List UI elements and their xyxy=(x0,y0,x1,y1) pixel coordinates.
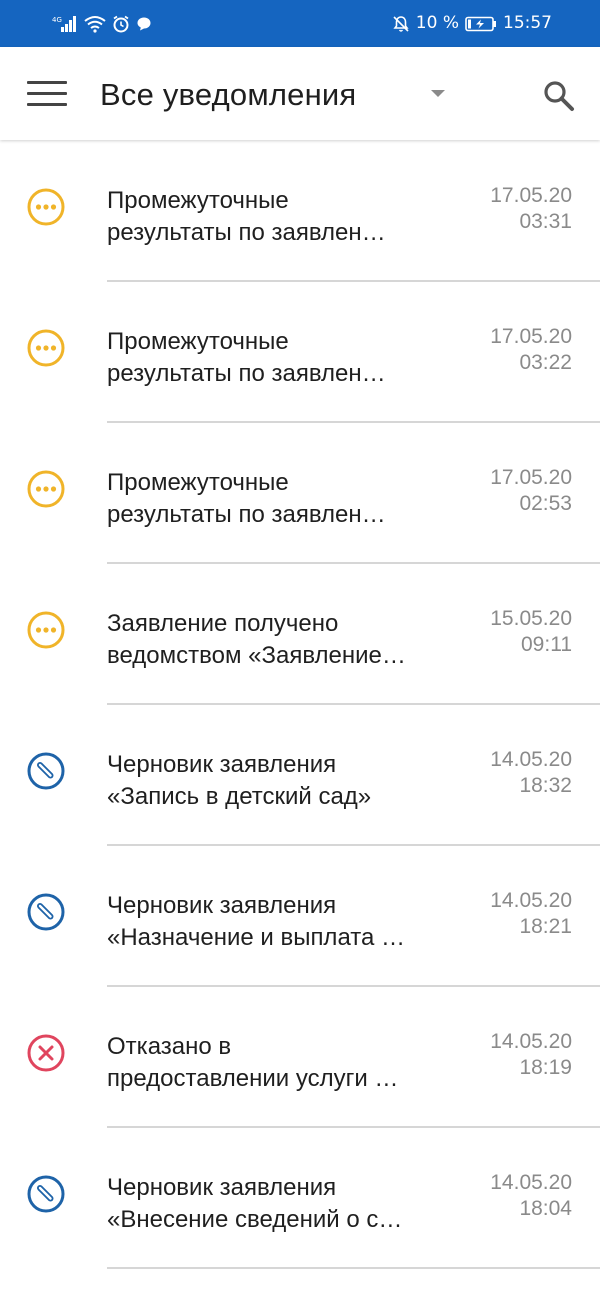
notification-title-line-1: Черновик заявления xyxy=(107,1174,337,1201)
notification-time: 18:21 xyxy=(519,915,572,938)
notification-item[interactable]: Черновик заявления «Запись в детский сад… xyxy=(0,705,600,846)
notification-item[interactable]: Черновик заявления «Назначение и выплата… xyxy=(0,846,600,987)
page-title[interactable]: Все уведомления xyxy=(100,76,356,114)
notification-time: 03:31 xyxy=(519,210,572,233)
pencil-circle-icon xyxy=(26,892,66,932)
ellipsis-circle-icon xyxy=(26,328,66,368)
notification-time: 03:22 xyxy=(519,351,572,374)
notification-date: 14.05.20 xyxy=(490,748,572,771)
notification-timestamp: 17.05.20 03:31 xyxy=(490,183,572,235)
notification-timestamp: 14.05.20 18:19 xyxy=(490,1029,572,1081)
ellipsis-circle-icon xyxy=(26,469,66,509)
notification-title-line-1: Промежуточные xyxy=(107,328,289,355)
ellipsis-circle-icon xyxy=(26,187,66,227)
notification-date: 14.05.20 xyxy=(490,1171,572,1194)
notification-title-line-1: Черновик заявления xyxy=(107,892,337,919)
search-icon[interactable] xyxy=(541,78,577,114)
message-bubble-icon xyxy=(136,16,152,32)
notification-timestamp: 15.05.20 09:11 xyxy=(490,606,572,658)
notification-title-line-2: «Внесение сведений о с… xyxy=(107,1206,403,1233)
notification-date: 17.05.20 xyxy=(490,466,572,489)
notification-date: 17.05.20 xyxy=(490,184,572,207)
cross-circle-icon xyxy=(26,1033,66,1073)
notification-date: 15.05.20 xyxy=(490,607,572,630)
status-bar-left: 4G xyxy=(52,15,158,33)
notification-title: Отказано в предоставлении услуги … xyxy=(107,1031,437,1095)
notification-title: Промежуточные результаты по заявлен… xyxy=(107,467,437,531)
cellular-signal-icon: 4G xyxy=(52,15,78,33)
notification-title-line-1: Заявление получено xyxy=(107,610,339,637)
notification-time: 18:04 xyxy=(519,1197,572,1220)
notifications-muted-icon xyxy=(392,15,410,33)
notification-title: Промежуточные результаты по заявлен… xyxy=(107,326,437,390)
notification-time: 18:32 xyxy=(519,774,572,797)
notification-title-line-2: предоставлении услуги … xyxy=(107,1065,399,1092)
notification-timestamp: 14.05.20 18:32 xyxy=(490,747,572,799)
notification-title-line-1: Черновик заявления xyxy=(107,751,337,778)
status-bar: 4G 10 % 15:57 xyxy=(0,0,600,47)
notification-timestamp: 14.05.20 18:21 xyxy=(490,888,572,940)
clock-time: 15:57 xyxy=(503,13,552,33)
notification-title: Черновик заявления «Внесение сведений о … xyxy=(107,1172,437,1236)
app-bar: Все уведомления xyxy=(0,47,600,140)
notification-item[interactable]: Промежуточные результаты по заявлен… 17.… xyxy=(0,141,600,282)
wifi-icon xyxy=(84,15,106,33)
notification-title: Черновик заявления «Запись в детский сад… xyxy=(107,749,437,813)
pencil-circle-icon xyxy=(26,1174,66,1214)
notification-time: 18:19 xyxy=(519,1056,572,1079)
notification-title: Заявление получено ведомством «Заявление… xyxy=(107,608,437,672)
notification-title-line-2: «Назначение и выплата … xyxy=(107,924,405,951)
notification-title-line-2: «Запись в детский сад» xyxy=(107,783,372,810)
notification-date: 14.05.20 xyxy=(490,1030,572,1053)
notification-date: 14.05.20 xyxy=(490,889,572,912)
alarm-clock-icon xyxy=(112,15,130,33)
notification-timestamp: 17.05.20 02:53 xyxy=(490,465,572,517)
notification-time: 09:11 xyxy=(521,633,572,656)
notification-item[interactable]: Промежуточные результаты по заявлен… 17.… xyxy=(0,282,600,423)
notification-title-line-1: Промежуточные xyxy=(107,187,289,214)
notification-timestamp: 14.05.20 18:04 xyxy=(490,1170,572,1222)
hamburger-menu-icon[interactable] xyxy=(27,81,67,107)
notification-title-line-1: Промежуточные xyxy=(107,469,289,496)
notification-title-line-2: результаты по заявлен… xyxy=(107,501,386,528)
notification-list: Промежуточные результаты по заявлен… 17.… xyxy=(0,141,600,1269)
notification-item[interactable]: Черновик заявления «Внесение сведений о … xyxy=(0,1128,600,1269)
notification-item[interactable]: Заявление получено ведомством «Заявление… xyxy=(0,564,600,705)
notification-time: 02:53 xyxy=(519,492,572,515)
notification-title-line-2: ведомством «Заявление… xyxy=(107,642,406,669)
notification-item[interactable]: Промежуточные результаты по заявлен… 17.… xyxy=(0,423,600,564)
notification-title: Черновик заявления «Назначение и выплата… xyxy=(107,890,437,954)
battery-charging-icon xyxy=(465,16,497,32)
pencil-circle-icon xyxy=(26,751,66,791)
notification-title-line-2: результаты по заявлен… xyxy=(107,219,386,246)
notification-title-line-1: Отказано в xyxy=(107,1033,232,1060)
dropdown-arrow-icon[interactable] xyxy=(431,90,445,97)
status-bar-right: 10 % 15:57 xyxy=(386,15,552,33)
notification-title-line-2: результаты по заявлен… xyxy=(107,360,386,387)
list-divider xyxy=(107,1267,600,1269)
ellipsis-circle-icon xyxy=(26,610,66,650)
network-type-label: 4G xyxy=(52,16,62,24)
notification-date: 17.05.20 xyxy=(490,325,572,348)
notification-title: Промежуточные результаты по заявлен… xyxy=(107,185,437,249)
battery-percent: 10 % xyxy=(415,13,459,33)
notification-timestamp: 17.05.20 03:22 xyxy=(490,324,572,376)
notification-item[interactable]: Отказано в предоставлении услуги … 14.05… xyxy=(0,987,600,1128)
